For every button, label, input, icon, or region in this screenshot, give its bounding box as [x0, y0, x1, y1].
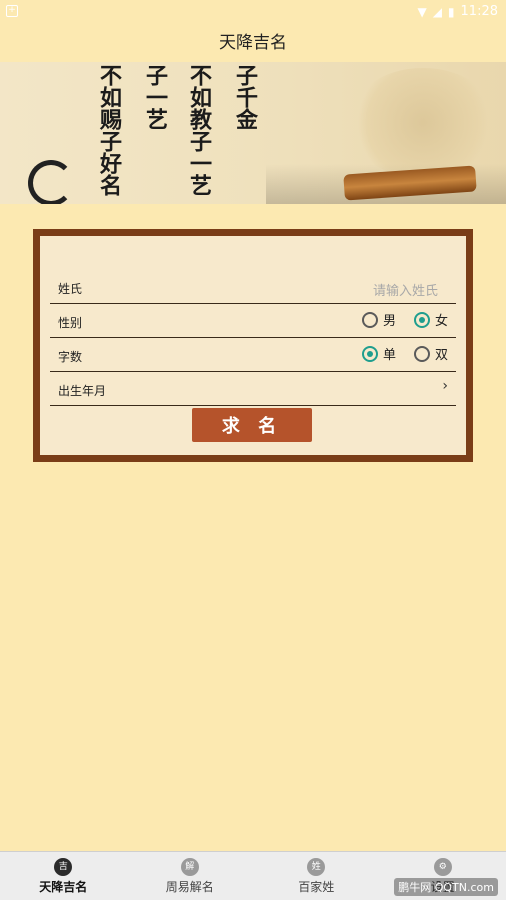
char-single-label: 单 — [382, 348, 396, 363]
gender-option-male[interactable]: 男 — [361, 310, 396, 329]
site-watermark: 鹏牛网 QQTN.com — [394, 878, 498, 896]
gear-icon: ⚙ — [433, 858, 452, 876]
char-double-label: 双 — [434, 348, 448, 363]
seal-icon: 吉 — [54, 858, 73, 876]
birth-date-label: 出生年月 — [58, 384, 107, 398]
tab-label: 周易解名 — [165, 880, 214, 894]
banner-column-3: 子一艺 — [142, 64, 168, 130]
tab-baijiaxing[interactable]: 姓 百家姓 — [253, 852, 380, 900]
radio-checked-icon[interactable] — [413, 311, 430, 328]
radio-checked-icon[interactable] — [361, 345, 378, 362]
page-title: 天降吉名 — [219, 33, 287, 53]
battery-icon: ▮ — [447, 4, 455, 19]
book-icon: 姓 — [307, 858, 326, 876]
gender-male-label: 男 — [382, 314, 396, 329]
status-bar: + ▼ ◢ ▮ 11:28 — [0, 0, 506, 24]
gender-row: 性别 男 女 — [50, 304, 456, 338]
char-count-option-single[interactable]: 单 — [361, 344, 396, 363]
chevron-right-icon[interactable]: › — [442, 378, 448, 394]
status-time: 11:28 — [460, 4, 498, 19]
char-count-option-double[interactable]: 双 — [413, 344, 448, 363]
wifi-icon: ▼ — [417, 4, 427, 19]
seal-pattern-decoration — [348, 68, 498, 178]
gender-female-label: 女 — [434, 314, 448, 329]
gender-option-female[interactable]: 女 — [413, 310, 448, 329]
calligraphy-banner: 子千金 不如教子一艺 子一艺 不如赐子好名 — [0, 62, 506, 204]
tab-label: 天降吉名 — [39, 880, 88, 894]
ink-circle-decoration — [28, 160, 74, 204]
char-count-options: 单 双 — [352, 344, 448, 363]
scroll-icon: 解 — [180, 858, 199, 876]
status-right: ▼ ◢ ▮ 11:28 — [417, 4, 498, 19]
radio-icon[interactable] — [413, 345, 430, 362]
notification-icon: + — [6, 5, 18, 17]
birth-date-picker[interactable]: › — [442, 378, 448, 394]
name-form-card: 姓氏 请输入姓氏 性别 男 女 字数 单 双 出生年月 › 求 名 — [33, 229, 473, 462]
banner-column-2: 不如教子一艺 — [186, 64, 212, 196]
gender-options: 男 女 — [352, 310, 448, 329]
radio-icon[interactable] — [361, 311, 378, 328]
surname-row: 姓氏 请输入姓氏 — [50, 270, 456, 304]
birth-date-row[interactable]: 出生年月 › — [50, 372, 456, 406]
surname-input[interactable]: 请输入姓氏 — [373, 280, 438, 299]
surname-label: 姓氏 — [58, 282, 83, 296]
submit-name-button[interactable]: 求 名 — [192, 408, 312, 442]
tab-label: 百家姓 — [298, 880, 335, 894]
form-panel: 姓氏 请输入姓氏 性别 男 女 字数 单 双 出生年月 › 求 名 — [40, 236, 466, 455]
signal-icon: ◢ — [432, 4, 442, 19]
banner-column-4: 不如赐子好名 — [96, 64, 122, 196]
gender-label: 性别 — [58, 316, 83, 330]
char-count-row: 字数 单 双 — [50, 338, 456, 372]
char-count-label: 字数 — [58, 350, 83, 364]
bottom-nav: 吉 天降吉名 解 周易解名 姓 百家姓 ⚙ 设置 鹏牛网 QQTN.com — [0, 851, 506, 900]
tab-zhouyi-jieming[interactable]: 解 周易解名 — [127, 852, 254, 900]
banner-column-1: 子千金 — [232, 64, 258, 130]
tab-tianjiang-jiming[interactable]: 吉 天降吉名 — [0, 852, 127, 900]
